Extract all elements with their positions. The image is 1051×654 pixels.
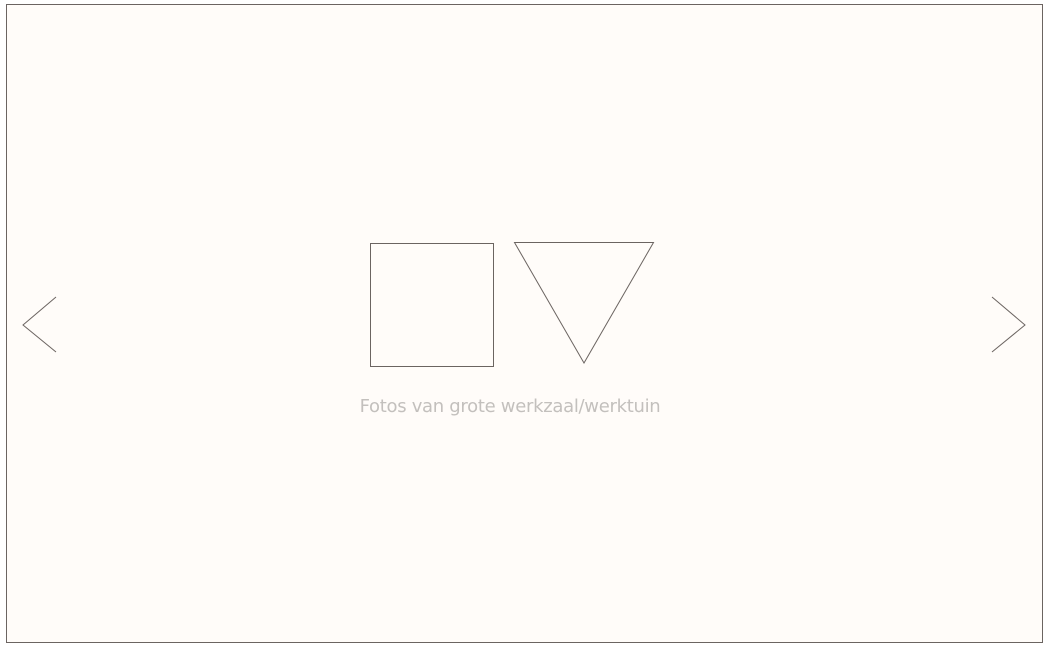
next-slide-button[interactable] <box>990 296 1030 356</box>
slide-caption: Fotos van grote werkzaal/werktuin <box>359 396 661 417</box>
chevron-left-icon <box>22 296 57 353</box>
slideshow-frame: Fotos van grote werkzaal/werktuin <box>6 4 1043 643</box>
image-placeholder <box>369 241 659 369</box>
previous-slide-button[interactable] <box>21 296 61 356</box>
image-placeholder-icon <box>370 242 655 367</box>
chevron-right-icon <box>991 296 1026 353</box>
